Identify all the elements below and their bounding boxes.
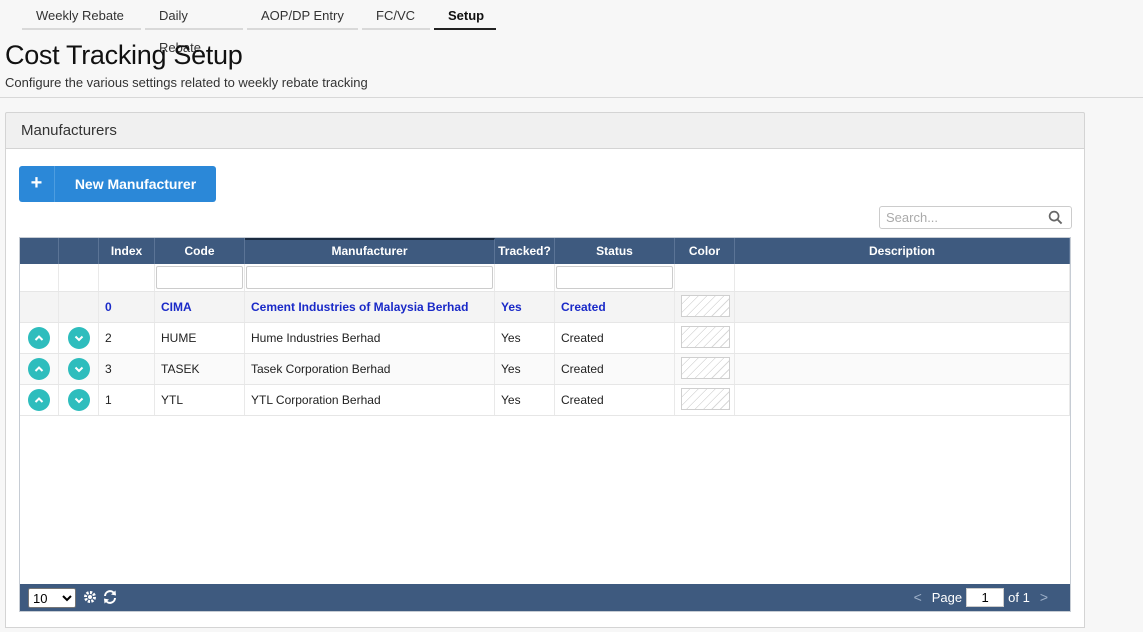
page-count-label: of 1 — [1008, 590, 1030, 605]
cell-tracked: Yes — [495, 292, 555, 322]
chevron-up-icon — [34, 335, 44, 341]
page-number-input[interactable] — [966, 588, 1005, 607]
page-title: Cost Tracking Setup — [5, 40, 243, 70]
move-up-button[interactable] — [28, 327, 50, 349]
cell-index: 0 — [99, 292, 155, 322]
cell-color — [675, 385, 735, 415]
color-swatch[interactable] — [681, 326, 730, 348]
cell-status: Created — [555, 292, 675, 322]
table-row[interactable]: 1 YTL YTL Corporation Berhad Yes Created — [20, 385, 1070, 416]
panel-title: Manufacturers — [21, 122, 117, 139]
move-down-button[interactable] — [67, 389, 90, 411]
table-row[interactable]: 3 TASEK Tasek Corporation Berhad Yes Cre… — [20, 354, 1070, 385]
color-swatch[interactable] — [681, 295, 730, 317]
pager: < Page of 1 > — [904, 584, 1058, 611]
cell-code: HUME — [155, 323, 245, 353]
cell-code: CIMA — [155, 292, 245, 322]
chevron-up-icon — [34, 397, 44, 403]
filter-row — [20, 264, 1070, 292]
move-down-button[interactable] — [67, 358, 90, 380]
cell-manufacturer: Cement Industries of Malaysia Berhad — [245, 292, 495, 322]
col-header-color[interactable]: Color — [675, 238, 735, 264]
col-header-tracked[interactable]: Tracked? — [495, 238, 555, 264]
color-swatch[interactable] — [681, 357, 730, 379]
header-divider — [0, 97, 1143, 98]
gear-icon[interactable] — [82, 589, 98, 608]
cell-manufacturer: YTL Corporation Berhad — [245, 385, 495, 415]
cell-status: Created — [555, 354, 675, 384]
next-page-button[interactable]: > — [1040, 584, 1048, 611]
tab-weekly-rebate[interactable]: Weekly Rebate — [22, 0, 141, 30]
cell-description — [735, 385, 1070, 415]
cell-manufacturer: Hume Industries Berhad — [245, 323, 495, 353]
cell-index: 2 — [99, 323, 155, 353]
cell-code: YTL — [155, 385, 245, 415]
new-manufacturer-button[interactable]: + New Manufacturer — [19, 166, 216, 202]
move-up-button[interactable] — [28, 389, 50, 411]
tab-fc-vc[interactable]: FC/VC — [362, 0, 430, 30]
top-tabs: Weekly Rebate Daily Rebate AOP/DP Entry … — [22, 0, 500, 55]
search-icon[interactable] — [1048, 210, 1063, 230]
color-swatch[interactable] — [681, 388, 730, 410]
move-down-button[interactable] — [67, 327, 90, 349]
manufacturers-grid: Index Code Manufacturer Tracked? Status … — [19, 237, 1071, 612]
cell-color — [675, 323, 735, 353]
col-header-description[interactable]: Description — [735, 238, 1070, 264]
refresh-icon[interactable] — [102, 589, 118, 608]
col-header-manufacturer[interactable]: Manufacturer — [245, 238, 495, 264]
search-input[interactable] — [880, 207, 1040, 228]
cell-status: Created — [555, 385, 675, 415]
status-filter-input[interactable] — [556, 266, 673, 289]
tab-setup[interactable]: Setup — [434, 0, 496, 30]
code-filter-input[interactable] — [156, 266, 243, 289]
page-size-select[interactable]: 10 — [28, 588, 76, 608]
prev-page-button[interactable]: < — [914, 584, 922, 611]
col-header-code[interactable]: Code — [155, 238, 245, 264]
tab-daily-rebate[interactable]: Daily Rebate — [145, 0, 243, 55]
cell-description — [735, 323, 1070, 353]
cell-color — [675, 292, 735, 322]
page-subtitle: Configure the various settings related t… — [5, 75, 368, 90]
cell-code: TASEK — [155, 354, 245, 384]
cell-color — [675, 354, 735, 384]
chevron-down-icon — [74, 366, 83, 373]
plus-icon: + — [19, 166, 55, 202]
grid-footer: 10 < Page of 1 > — [20, 584, 1070, 611]
chevron-down-icon — [74, 335, 83, 342]
page-label: Page — [931, 590, 963, 605]
chevron-down-icon — [74, 397, 83, 404]
cell-status: Created — [555, 323, 675, 353]
table-row[interactable]: 0 CIMA Cement Industries of Malaysia Ber… — [20, 292, 1070, 323]
cell-tracked: Yes — [495, 323, 555, 353]
cell-index: 1 — [99, 385, 155, 415]
cell-tracked: Yes — [495, 385, 555, 415]
tab-aop-dp-entry[interactable]: AOP/DP Entry — [247, 0, 358, 30]
manufacturers-panel-header: Manufacturers — [5, 112, 1085, 149]
col-header-move-down — [59, 238, 99, 264]
cell-manufacturer: Tasek Corporation Berhad — [245, 354, 495, 384]
table-row[interactable]: 2 HUME Hume Industries Berhad Yes Create… — [20, 323, 1070, 354]
cell-tracked: Yes — [495, 354, 555, 384]
move-up-button[interactable] — [28, 358, 50, 380]
new-manufacturer-label: New Manufacturer — [74, 176, 197, 192]
cell-index: 3 — [99, 354, 155, 384]
chevron-up-icon — [34, 366, 44, 372]
search-box — [879, 206, 1072, 229]
col-header-index[interactable]: Index — [99, 238, 155, 264]
col-header-status[interactable]: Status — [555, 238, 675, 264]
col-header-move-up — [20, 238, 59, 264]
cell-description — [735, 354, 1070, 384]
grid-header: Index Code Manufacturer Tracked? Status … — [20, 238, 1070, 264]
manufacturer-filter-input[interactable] — [246, 266, 493, 289]
cell-description — [735, 292, 1070, 322]
